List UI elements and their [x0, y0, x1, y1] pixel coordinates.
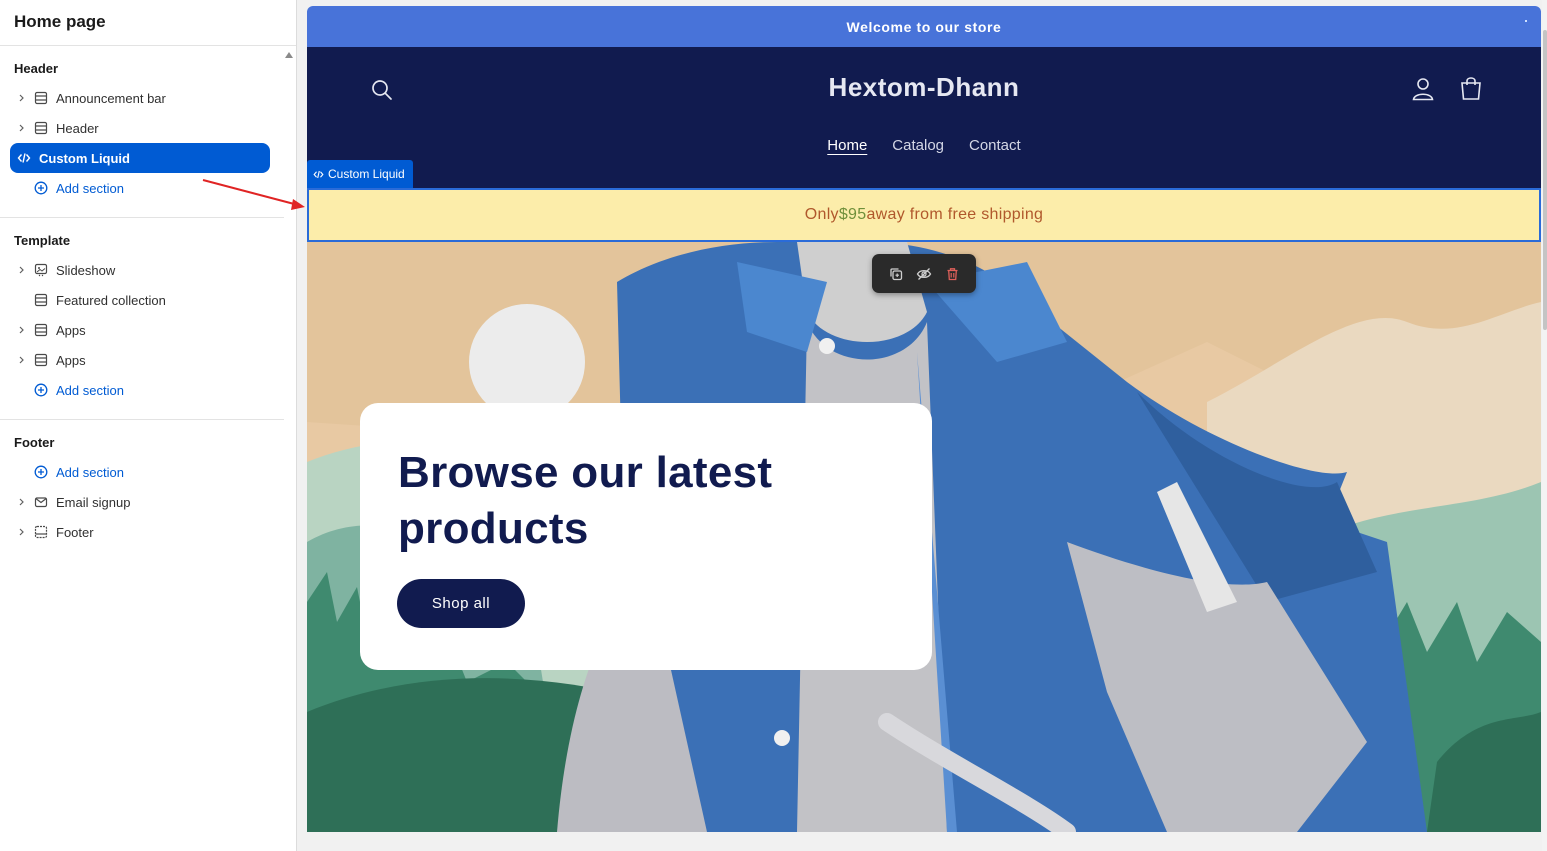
- cart-icon[interactable]: [1459, 75, 1483, 101]
- sidebar-item-header[interactable]: Header: [0, 113, 284, 143]
- sidebar-item-apps[interactable]: Apps: [0, 315, 284, 345]
- shipping-amount: $95: [838, 206, 867, 223]
- preview-bottom-gap: [307, 832, 1541, 851]
- sidebar-item-custom-liquid[interactable]: Custom Liquid: [10, 143, 270, 173]
- sidebar-item-label: Email signup: [56, 494, 131, 510]
- slideshow-icon: [33, 262, 49, 278]
- template-group: Template Slideshow Featured collection A…: [0, 218, 284, 420]
- page-title: Home page: [0, 0, 296, 46]
- add-section-button-header[interactable]: Add section: [0, 173, 284, 203]
- store-header[interactable]: Hextom-Dhann Home Catalog Contact: [307, 47, 1541, 188]
- plus-circle-icon: [33, 464, 49, 480]
- mail-icon: [33, 494, 49, 510]
- sidebar-item-label: Featured collection: [56, 292, 166, 308]
- selected-section-tag[interactable]: Custom Liquid: [307, 160, 413, 188]
- chevron-right-icon[interactable]: [16, 92, 28, 104]
- add-section-button-template[interactable]: Add section: [0, 375, 284, 405]
- section-tag-label: Custom Liquid: [328, 167, 405, 181]
- chevron-right-icon[interactable]: [16, 324, 28, 336]
- free-shipping-bar[interactable]: Only $95 away from free shipping: [307, 188, 1541, 242]
- group-title-header: Header: [14, 61, 59, 76]
- sidebar-item-email-signup[interactable]: Email signup: [0, 487, 284, 517]
- group-title-template: Template: [14, 233, 71, 248]
- sidebar-item-label: Custom Liquid: [39, 150, 130, 166]
- theme-editor-sidebar: Home page Header Announcement bar Header…: [0, 0, 297, 851]
- announcement-bar[interactable]: Welcome to our store: [307, 6, 1541, 47]
- sidebar-item-label: Apps: [56, 352, 86, 368]
- preview-scrollbar[interactable]: [1542, 0, 1547, 851]
- store-logo[interactable]: Hextom-Dhann: [307, 72, 1541, 103]
- add-section-button-footer[interactable]: Add section: [0, 457, 284, 487]
- shipping-suffix: away from free shipping: [866, 206, 1044, 223]
- plus-circle-icon: [33, 382, 49, 398]
- sidebar-item-label: Slideshow: [56, 262, 116, 278]
- code-icon: [313, 170, 324, 178]
- sidebar-item-apps-2[interactable]: Apps: [0, 345, 284, 375]
- nav-link-contact[interactable]: Contact: [969, 137, 1021, 154]
- section-icon: [33, 120, 49, 136]
- hero-text-card: Browse our latest products Shop all: [360, 403, 932, 670]
- section-icon: [33, 322, 49, 338]
- chevron-right-icon[interactable]: [16, 354, 28, 366]
- sidebar-item-slideshow[interactable]: Slideshow: [0, 255, 284, 285]
- nav-link-catalog[interactable]: Catalog: [892, 137, 944, 154]
- chevron-right-icon[interactable]: [16, 122, 28, 134]
- add-section-label: Add section: [56, 382, 124, 398]
- nav-link-home[interactable]: Home: [827, 137, 867, 154]
- chevron-right-icon[interactable]: [16, 264, 28, 276]
- group-title-footer: Footer: [14, 435, 55, 450]
- section-icon: [33, 292, 49, 308]
- shipping-prefix: Only: [804, 206, 839, 223]
- sidebar-item-label: Announcement bar: [56, 90, 166, 106]
- add-section-label: Add section: [56, 180, 124, 196]
- sidebar-item-label: Header: [56, 120, 99, 136]
- hide-eye-icon[interactable]: [915, 265, 933, 283]
- sidebar-item-label: Footer: [56, 524, 94, 540]
- sidebar-item-featured-collection[interactable]: Featured collection: [0, 285, 284, 315]
- scroll-up-arrow-icon[interactable]: [285, 52, 293, 58]
- chevron-right-icon[interactable]: [16, 526, 28, 538]
- sidebar-item-announcement-bar[interactable]: Announcement bar: [0, 83, 284, 113]
- hero-heading: Browse our latest products: [398, 448, 773, 553]
- code-icon: [16, 150, 32, 166]
- announcement-text: Welcome to our store: [846, 18, 1002, 35]
- store-preview-frame: Welcome to our store Hextom-Dhann Home C…: [307, 6, 1541, 832]
- shop-all-button[interactable]: Shop all: [397, 579, 525, 628]
- section-icon: [33, 90, 49, 106]
- section-toolbar: [872, 254, 976, 293]
- header-group: Header Announcement bar Header Custom Li…: [0, 46, 284, 218]
- sidebar-item-footer[interactable]: Footer: [0, 517, 284, 547]
- footer-group: Footer Add section Email signup Footer: [0, 420, 284, 561]
- account-icon[interactable]: [1412, 77, 1434, 101]
- duplicate-icon[interactable]: [887, 265, 905, 283]
- section-icon: [33, 524, 49, 540]
- add-section-label: Add section: [56, 464, 124, 480]
- delete-trash-icon[interactable]: [943, 265, 961, 283]
- scrollbar-thumb[interactable]: [1543, 30, 1547, 330]
- chevron-right-icon[interactable]: [16, 496, 28, 508]
- sidebar-item-label: Apps: [56, 322, 86, 338]
- plus-circle-icon: [33, 180, 49, 196]
- section-icon: [33, 352, 49, 368]
- dot-icon: [1525, 20, 1527, 22]
- main-nav: Home Catalog Contact: [307, 137, 1541, 154]
